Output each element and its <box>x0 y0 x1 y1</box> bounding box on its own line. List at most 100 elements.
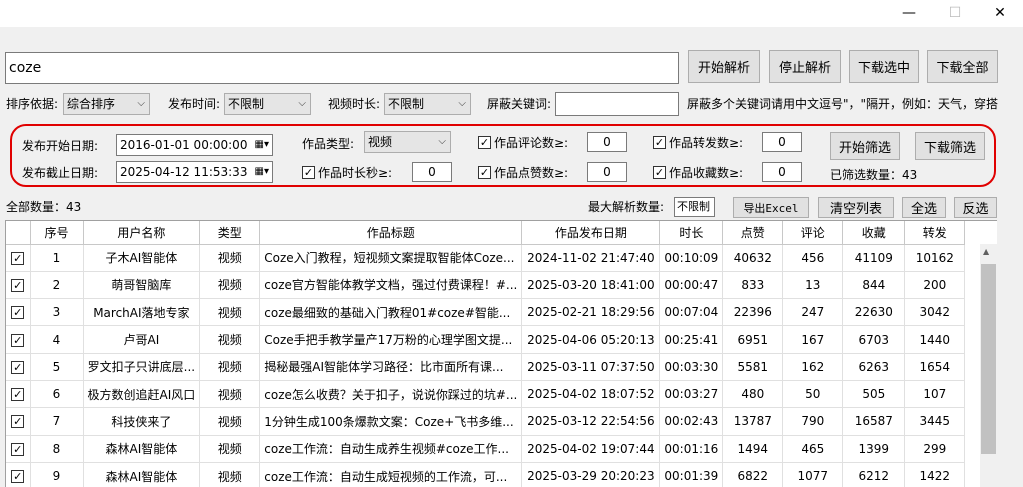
table-row[interactable]: ✓ 6 极方数创追赶AI风口 视频 coze怎么收费？关于扣子，说说你踩过的坑#... 2… <box>6 380 966 409</box>
table-row[interactable]: ✓ 1 子木AI智能体 视频 Coze入门教程，短视频文案提取智能体Coze... 202… <box>6 244 966 272</box>
row-checkbox-cell: ✓ <box>6 353 31 381</box>
invert-selection-button[interactable]: 反选 <box>954 197 997 218</box>
chevron-down-icon: ⌵ <box>137 98 145 109</box>
column-header[interactable]: 作品发布日期 <box>521 221 661 245</box>
row-checkbox[interactable]: ✓ <box>11 388 25 402</box>
table-cell: 7 <box>30 407 84 436</box>
video-duration-label: 视频时长: <box>328 97 381 111</box>
table-cell: 22630 <box>842 298 906 327</box>
shares-checkbox[interactable]: ✓ <box>653 136 666 149</box>
row-checkbox[interactable]: ✓ <box>11 470 25 484</box>
favorites-checkbox[interactable]: ✓ <box>653 166 666 179</box>
table-cell: 162 <box>782 353 844 381</box>
table-cell: 视频 <box>199 462 261 487</box>
table-cell: 247 <box>782 298 844 327</box>
row-checkbox-cell: ✓ <box>6 244 31 272</box>
table-row[interactable]: ✓ 4 卢哥AI 视频 Coze手把手教学量产17万粉的心理学图文提... 2025-04… <box>6 325 966 354</box>
table-header: 序号 用户名称 类型 作品标题 作品发布日期 时长 点赞 评论 收藏 转发 <box>6 221 966 245</box>
comments-checkbox[interactable]: ✓ <box>478 136 491 149</box>
column-header[interactable]: 作品标题 <box>259 221 523 245</box>
shares-input[interactable]: 0 <box>762 132 802 152</box>
column-header[interactable] <box>6 221 31 245</box>
table-cell: 13 <box>782 271 844 300</box>
likes-input[interactable]: 0 <box>587 162 627 182</box>
close-button[interactable]: ✕ <box>977 0 1023 27</box>
download-all-button[interactable]: 下载全部 <box>927 50 998 83</box>
table-cell: coze最细致的基础入门教程01#coze#智能... <box>259 298 523 327</box>
table-row[interactable]: ✓ 3 MarchAI落地专家 视频 coze最细致的基础入门教程01#coze#智能.… <box>6 298 966 327</box>
select-all-button[interactable]: 全选 <box>902 197 946 218</box>
favorites-input[interactable]: 0 <box>762 162 802 182</box>
row-checkbox[interactable]: ✓ <box>11 278 25 292</box>
end-date-picker[interactable]: 2025-04-12 11:53:33 ▦▾ <box>116 161 273 183</box>
download-selected-button[interactable]: 下载选中 <box>849 50 919 83</box>
stop-parse-button[interactable]: 停止解析 <box>769 50 841 83</box>
column-header[interactable]: 序号 <box>30 221 84 245</box>
column-header[interactable]: 用户名称 <box>83 221 201 245</box>
minimize-button[interactable]: — <box>886 0 932 27</box>
clear-list-button[interactable]: 清空列表 <box>818 197 894 218</box>
duration-input[interactable]: 0 <box>412 162 452 182</box>
column-header[interactable]: 时长 <box>659 221 724 245</box>
export-excel-button[interactable]: 导出Excel <box>733 197 809 218</box>
publish-time-select[interactable]: 不限制 ⌵ <box>224 93 311 115</box>
start-date-picker[interactable]: 2016-01-01 00:00:00 ▦▾ <box>116 134 273 156</box>
comments-input[interactable]: 0 <box>587 132 627 152</box>
table-cell: 森林AI智能体 <box>83 462 201 487</box>
row-checkbox[interactable]: ✓ <box>11 333 25 347</box>
row-checkbox[interactable]: ✓ <box>11 360 25 374</box>
column-header[interactable]: 收藏 <box>842 221 906 245</box>
table-cell: 833 <box>722 271 784 300</box>
row-checkbox[interactable]: ✓ <box>11 306 25 320</box>
scrollbar-thumb[interactable] <box>981 264 996 454</box>
table-cell: 2025-03-20 18:41:00 <box>521 271 661 300</box>
block-keyword-input[interactable] <box>555 92 679 116</box>
table-row[interactable]: ✓ 9 森林AI智能体 视频 coze工作流：自动生成短视频的工作流，可... 2025-… <box>6 462 966 487</box>
search-input[interactable]: coze <box>5 52 679 84</box>
start-filter-button[interactable]: 开始筛选 <box>830 132 900 160</box>
column-header[interactable]: 点赞 <box>722 221 784 245</box>
table-row[interactable]: ✓ 5 罗文扣子只讲底层... 视频 揭秘最强AI智能体学习路径：比市面所有课... 20… <box>6 353 966 381</box>
column-header[interactable]: 转发 <box>904 221 966 245</box>
table-row[interactable]: ✓ 8 森林AI智能体 视频 coze工作流：自动生成养生视频#coze工作... 202… <box>6 435 966 463</box>
filtered-count: 已筛选数量：43 <box>830 168 918 182</box>
work-type-select[interactable]: 视频 ⌵ <box>364 131 451 153</box>
table-cell: 视频 <box>199 271 261 300</box>
table-cell: 00:03:27 <box>659 380 724 409</box>
comments-label: 作品评论数≥: <box>494 136 569 150</box>
table-cell: Coze手把手教学量产17万粉的心理学图文提... <box>259 325 523 354</box>
row-checkbox-cell: ✓ <box>6 325 31 354</box>
row-checkbox[interactable]: ✓ <box>11 251 25 265</box>
likes-checkbox[interactable]: ✓ <box>478 166 491 179</box>
table-cell: Coze入门教程，短视频文案提取智能体Coze... <box>259 244 523 272</box>
likes-label: 作品点赞数≥: <box>494 166 569 180</box>
end-date-label: 发布截止日期: <box>22 166 99 180</box>
row-checkbox[interactable]: ✓ <box>11 442 25 456</box>
work-type-label: 作品类型: <box>302 137 355 151</box>
table-cell: 790 <box>782 407 844 436</box>
table-cell: 1440 <box>904 325 966 354</box>
table-cell: 299 <box>904 435 966 463</box>
sort-select[interactable]: 综合排序 ⌵ <box>63 93 150 115</box>
table-cell: 视频 <box>199 380 261 409</box>
publish-time-value: 不限制 <box>228 97 265 111</box>
table-cell: 卢哥AI <box>83 325 201 354</box>
table-cell: 8 <box>30 435 84 463</box>
table-cell: 00:25:41 <box>659 325 724 354</box>
table-cell: 00:07:04 <box>659 298 724 327</box>
download-filter-button[interactable]: 下载筛选 <box>915 132 985 160</box>
row-checkbox[interactable]: ✓ <box>11 415 25 429</box>
table-row[interactable]: ✓ 2 萌哥智脑库 视频 coze官方智能体教学文档，强过付费课程！#... 2025-0… <box>6 271 966 300</box>
max-parse-input[interactable]: 不限制 <box>674 197 715 217</box>
vertical-scrollbar[interactable]: ▲ <box>980 244 997 487</box>
scroll-up-icon[interactable]: ▲ <box>983 247 989 256</box>
table-cell: 2 <box>30 271 84 300</box>
video-duration-select[interactable]: 不限制 ⌵ <box>384 93 471 115</box>
column-header[interactable]: 评论 <box>782 221 844 245</box>
maximize-button[interactable]: ☐ <box>932 0 978 27</box>
column-header[interactable]: 类型 <box>199 221 261 245</box>
duration-checkbox[interactable]: ✓ <box>302 166 315 179</box>
table-cell: 40632 <box>722 244 784 272</box>
table-row[interactable]: ✓ 7 科技侠来了 视频 1分钟生成100条爆款文案：Coze+飞书多维... 2025-… <box>6 407 966 436</box>
start-parse-button[interactable]: 开始解析 <box>688 50 760 83</box>
